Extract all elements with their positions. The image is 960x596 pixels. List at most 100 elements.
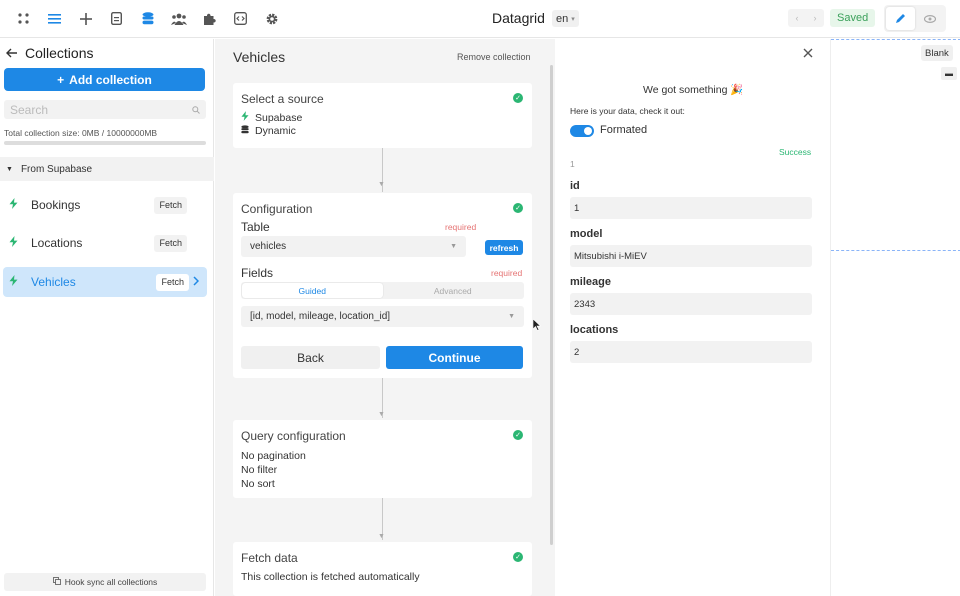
fields-select-value: [id, model, mileage, location_id] bbox=[250, 311, 391, 322]
fetch-title: Fetch data bbox=[241, 551, 298, 565]
page-icon[interactable] bbox=[101, 4, 132, 34]
collection-item-locations[interactable]: Locations Fetch bbox=[3, 228, 207, 258]
close-icon[interactable] bbox=[803, 45, 813, 62]
fetch-tag: Fetch bbox=[154, 234, 187, 252]
top-bar: Datagrid en ▾ ‹ › Saved bbox=[0, 0, 960, 38]
success-label: Success bbox=[779, 147, 812, 157]
source-option-label: Supabase bbox=[255, 111, 303, 124]
record-index: 1 bbox=[570, 159, 575, 169]
section-guide-line bbox=[831, 250, 960, 251]
undo-redo[interactable]: ‹ › bbox=[788, 9, 824, 27]
field-key-id: id bbox=[570, 180, 580, 192]
copy-icon bbox=[52, 577, 61, 587]
field-key-mileage: mileage bbox=[570, 276, 611, 288]
field-key-locations: locations bbox=[570, 324, 619, 336]
collection-item-bookings[interactable]: Bookings Fetch bbox=[3, 190, 207, 220]
code-icon[interactable] bbox=[225, 4, 256, 34]
table-label: Table bbox=[241, 220, 270, 234]
plus-icon[interactable] bbox=[70, 4, 101, 34]
field-value-locations: 2 bbox=[570, 341, 812, 363]
back-button[interactable]: Back bbox=[241, 346, 380, 369]
add-collection-button[interactable]: + Add collection bbox=[4, 68, 205, 91]
arrow-down-icon: ▼ bbox=[378, 411, 385, 418]
fields-select[interactable]: [id, model, mileage, location_id] ▼ bbox=[241, 306, 524, 327]
fetch-card[interactable]: Fetch data ✓ This collection is fetched … bbox=[233, 542, 532, 596]
check-icon: ✓ bbox=[513, 93, 523, 103]
editor-canvas[interactable]: Blank ▬ bbox=[830, 39, 960, 596]
users-icon[interactable] bbox=[163, 4, 194, 34]
source-option-dynamic: Dynamic bbox=[241, 125, 296, 137]
collection-size-bar bbox=[4, 141, 206, 145]
group-label: From Supabase bbox=[20, 163, 93, 175]
table-required: required bbox=[445, 222, 477, 232]
collection-title: Vehicles bbox=[233, 49, 286, 65]
preview-eye-icon[interactable] bbox=[915, 7, 944, 30]
fields-mode-tabs: Guided Advanced bbox=[241, 282, 524, 299]
continue-button[interactable]: Continue bbox=[386, 346, 523, 369]
source-option-label: Dynamic bbox=[255, 125, 296, 137]
scrollbar[interactable] bbox=[550, 65, 553, 545]
chevron-right-icon bbox=[193, 275, 207, 289]
query-filter: No filter bbox=[241, 464, 278, 476]
collection-item-vehicles[interactable]: Vehicles Fetch bbox=[3, 267, 207, 297]
source-title: Select a source bbox=[241, 92, 324, 106]
hook-sync-label: Hook sync all collections bbox=[64, 577, 158, 587]
grid-icon[interactable] bbox=[8, 4, 39, 34]
arrow-down-icon: ▼ bbox=[378, 533, 385, 540]
undo-icon[interactable]: ‹ bbox=[796, 13, 799, 23]
section-menu-icon[interactable]: ▬ bbox=[941, 67, 957, 80]
collection-name: Bookings bbox=[31, 198, 81, 212]
arrow-down-icon: ▼ bbox=[378, 181, 385, 188]
lightning-icon bbox=[9, 275, 25, 289]
lightning-icon bbox=[9, 198, 25, 212]
database-icon bbox=[241, 125, 249, 137]
table-select[interactable]: vehicles ▼ bbox=[241, 236, 466, 257]
search-icon bbox=[192, 103, 200, 117]
search-input[interactable]: Search bbox=[4, 100, 206, 119]
hook-sync-button[interactable]: Hook sync all collections bbox=[4, 573, 206, 591]
field-value-mileage: 2343 bbox=[570, 293, 812, 315]
mouse-cursor-icon bbox=[532, 318, 542, 334]
formated-toggle[interactable] bbox=[570, 125, 594, 137]
gear-icon[interactable] bbox=[256, 4, 287, 34]
language-label: en bbox=[556, 12, 569, 25]
puzzle-icon[interactable] bbox=[194, 4, 225, 34]
query-pagination: No pagination bbox=[241, 450, 306, 462]
check-icon: ✓ bbox=[513, 552, 523, 562]
tab-advanced[interactable]: Advanced bbox=[383, 283, 524, 298]
toolbar-icons bbox=[0, 4, 287, 34]
collections-sidebar: Collections + Add collection Search Tota… bbox=[0, 39, 214, 596]
supabase-group-header[interactable]: ▼ From Supabase bbox=[0, 157, 214, 181]
source-card[interactable]: Select a source ✓ Supabase Dynamic bbox=[233, 83, 532, 148]
list-icon[interactable] bbox=[39, 4, 70, 34]
check-icon: ✓ bbox=[513, 203, 523, 213]
back-arrow-icon[interactable] bbox=[6, 45, 17, 61]
chevron-down-icon: ▼ bbox=[508, 313, 515, 320]
search-placeholder: Search bbox=[10, 102, 49, 117]
fields-label: Fields bbox=[241, 266, 274, 280]
tab-guided[interactable]: Guided bbox=[242, 283, 383, 298]
result-headline: We got something 🎉 bbox=[643, 84, 744, 96]
fetch-description: This collection is fetched automatically bbox=[241, 571, 420, 583]
mode-toggle[interactable] bbox=[884, 5, 946, 32]
sidebar-header: Collections bbox=[6, 45, 93, 61]
plus-icon: + bbox=[57, 72, 65, 87]
redo-icon[interactable]: › bbox=[814, 13, 817, 23]
fetch-tag: Fetch bbox=[156, 273, 189, 291]
lightning-icon bbox=[9, 236, 25, 250]
remove-collection-link[interactable]: Remove collection bbox=[457, 52, 531, 62]
lightning-icon bbox=[241, 111, 249, 124]
section-guide-line bbox=[831, 39, 960, 40]
fetch-result-panel: We got something 🎉 Here is your data, ch… bbox=[555, 39, 830, 596]
collection-config-panel: Vehicles Remove collection Select a sour… bbox=[215, 39, 555, 596]
query-card[interactable]: Query configuration ✓ No pagination No f… bbox=[233, 420, 532, 498]
caret-down-icon: ▼ bbox=[6, 165, 13, 173]
edit-mode-icon[interactable] bbox=[886, 7, 915, 30]
language-select[interactable]: en ▾ bbox=[552, 10, 579, 27]
check-icon: ✓ bbox=[513, 430, 523, 440]
field-value-model: Mitsubishi i-MiEV bbox=[570, 245, 812, 267]
database-icon[interactable] bbox=[132, 4, 163, 34]
refresh-button[interactable]: refresh bbox=[485, 240, 523, 255]
query-sort: No sort bbox=[241, 478, 275, 490]
blank-section-label[interactable]: Blank bbox=[921, 45, 953, 61]
